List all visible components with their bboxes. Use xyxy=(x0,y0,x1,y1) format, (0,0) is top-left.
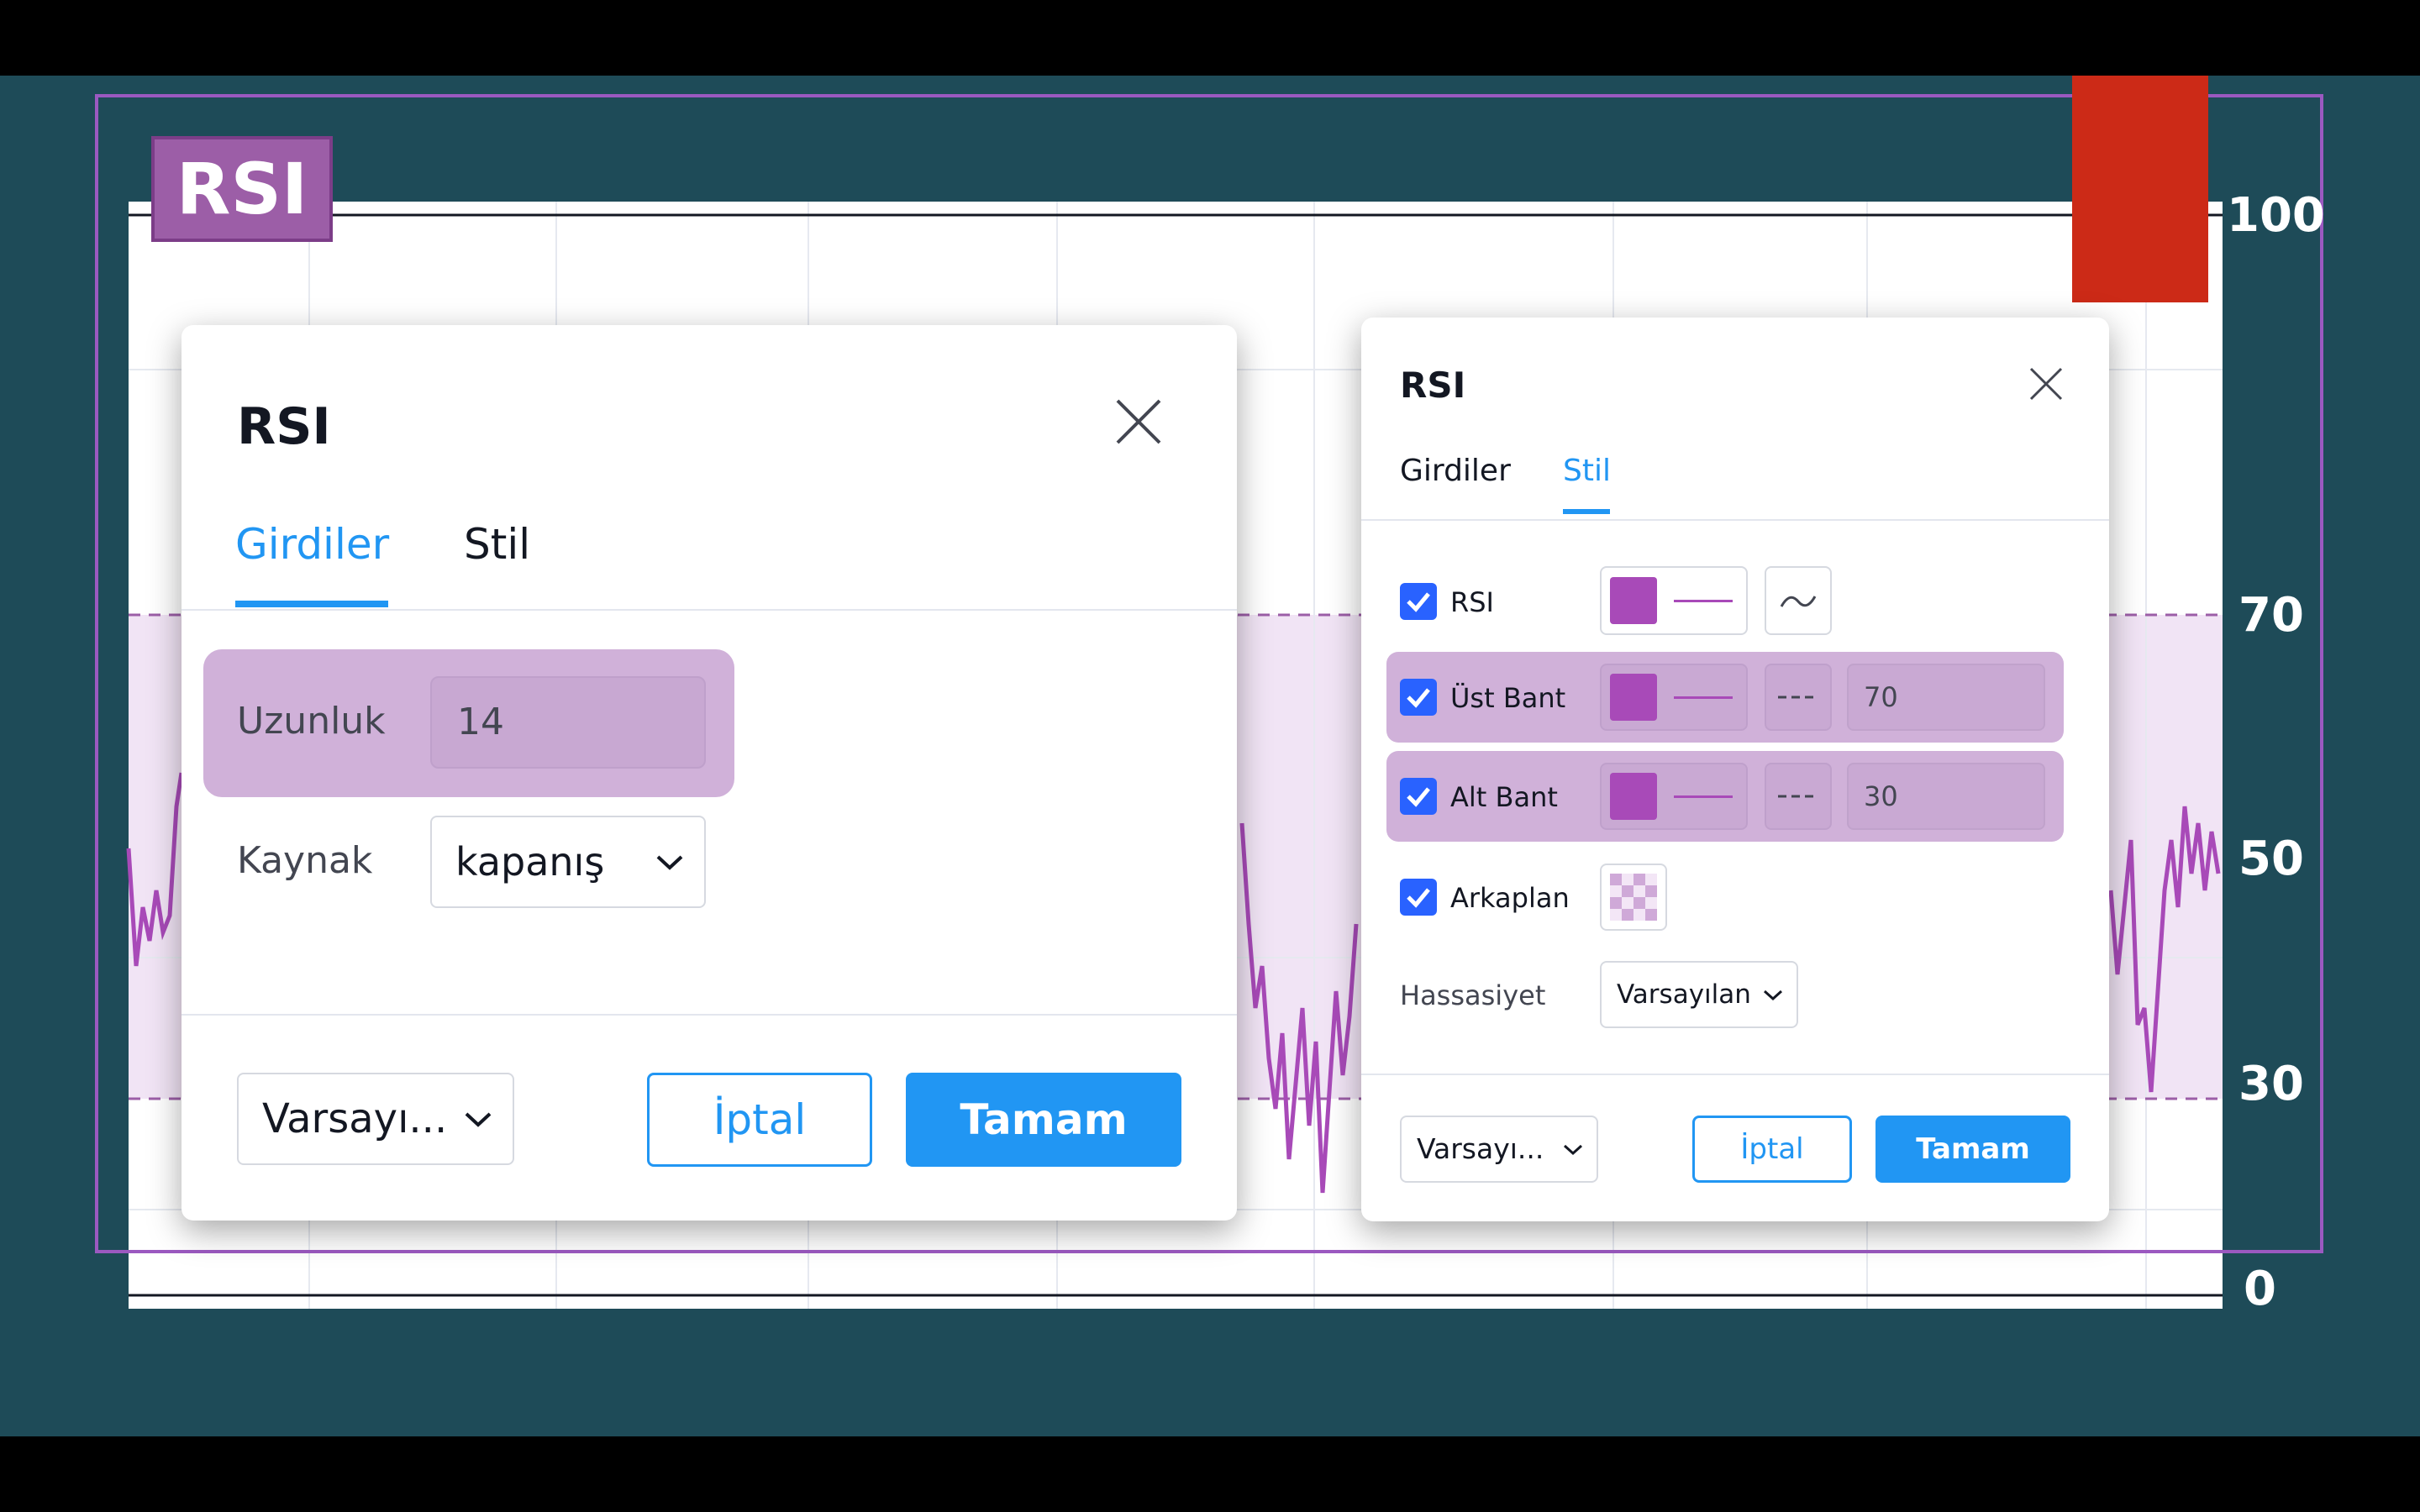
axis-label-100: 100 xyxy=(2227,188,2325,243)
axis-label-30: 30 xyxy=(2238,1057,2304,1111)
footer-divider xyxy=(182,1014,1237,1016)
defaults-select[interactable]: Varsayı... xyxy=(237,1073,514,1165)
upper-band-color-picker[interactable] xyxy=(1600,664,1748,731)
upper-band-label: Üst Bant xyxy=(1450,682,1566,714)
rsi-checkbox[interactable] xyxy=(1400,583,1437,620)
tab-stil[interactable]: Stil xyxy=(464,520,530,569)
check-icon xyxy=(1407,888,1430,908)
chevron-down-icon xyxy=(1763,990,1783,1001)
precision-label: Hassasiyet xyxy=(1400,979,1546,1011)
footer-divider xyxy=(1361,1074,2109,1075)
axis-label-50: 50 xyxy=(2238,832,2304,886)
rsi-color-picker[interactable] xyxy=(1600,566,1748,635)
style-row-lower-band: Alt Bant 30 xyxy=(1361,751,2109,850)
lower-band-color-picker[interactable] xyxy=(1600,763,1748,830)
check-icon xyxy=(1407,688,1430,708)
style-row-rsi: RSI xyxy=(1361,566,2109,665)
upper-band-value[interactable]: 70 xyxy=(1847,664,2045,731)
dashed-line-icon xyxy=(1778,696,1818,699)
defaults-select[interactable]: Varsayı... xyxy=(1400,1116,1598,1183)
length-input[interactable]: 14 xyxy=(430,676,706,769)
active-tab-indicator xyxy=(1563,509,1610,514)
rsi-inputs-dialog: RSI Girdiler Stil Uzunluk 14 Kaynak kapa… xyxy=(182,325,1237,1221)
lower-band-value[interactable]: 30 xyxy=(1847,763,2045,830)
chevron-down-icon xyxy=(1563,1144,1583,1156)
precision-value: Varsayılan xyxy=(1617,979,1751,1010)
check-icon xyxy=(1407,592,1430,612)
active-tab-indicator xyxy=(235,601,388,607)
source-select[interactable]: kapanış xyxy=(430,816,706,908)
tab-girdiler[interactable]: Girdiler xyxy=(235,520,389,569)
tabs-divider xyxy=(182,609,1237,611)
background-color-picker[interactable] xyxy=(1600,864,1667,931)
precision-select[interactable]: Varsayılan xyxy=(1600,961,1798,1028)
red-marker xyxy=(2072,76,2208,302)
style-row-background: Arkaplan xyxy=(1361,864,2109,963)
lower-band-checkbox[interactable] xyxy=(1400,778,1437,815)
tab-girdiler[interactable]: Girdiler xyxy=(1400,454,1511,488)
length-label: Uzunluk xyxy=(237,700,386,743)
check-icon xyxy=(1407,787,1430,807)
source-value: kapanış xyxy=(455,839,605,885)
ok-button[interactable]: Tamam xyxy=(1876,1116,2070,1183)
rsi-style-dialog: RSI Girdiler Stil RSI Üst Bant 70 Alt Ba… xyxy=(1361,318,2109,1221)
close-icon[interactable] xyxy=(2028,366,2064,402)
upper-band-line-style[interactable] xyxy=(1765,664,1832,731)
cancel-button[interactable]: İptal xyxy=(647,1073,872,1167)
dialog-title: RSI xyxy=(1400,365,1466,406)
background-checkbox[interactable] xyxy=(1400,879,1437,916)
background-label: Arkaplan xyxy=(1450,882,1570,914)
rsi-row-label: RSI xyxy=(1450,586,1494,618)
chevron-down-icon xyxy=(465,1112,492,1127)
axis-label-0: 0 xyxy=(2244,1262,2276,1316)
cancel-button[interactable]: İptal xyxy=(1692,1116,1852,1183)
line-style-icon xyxy=(1780,596,1817,607)
checker-pattern-icon xyxy=(1610,874,1657,921)
style-row-upper-band: Üst Bant 70 xyxy=(1361,652,2109,751)
axis-label-70: 70 xyxy=(2238,588,2304,643)
defaults-value: Varsayı... xyxy=(1417,1132,1544,1165)
rsi-badge: RSI xyxy=(151,136,333,242)
chevron-down-icon xyxy=(656,855,683,870)
tabs-divider xyxy=(1361,519,2109,521)
close-icon[interactable] xyxy=(1114,397,1163,446)
ok-button[interactable]: Tamam xyxy=(906,1073,1181,1167)
rsi-plot-type[interactable] xyxy=(1765,566,1832,635)
source-label: Kaynak xyxy=(237,839,373,882)
dialog-title: RSI xyxy=(237,397,331,456)
dashed-line-icon xyxy=(1778,795,1818,798)
tab-stil[interactable]: Stil xyxy=(1563,454,1611,488)
lower-band-label: Alt Bant xyxy=(1450,781,1558,813)
defaults-value: Varsayı... xyxy=(262,1095,448,1142)
upper-band-checkbox[interactable] xyxy=(1400,679,1437,716)
lower-band-line-style[interactable] xyxy=(1765,763,1832,830)
